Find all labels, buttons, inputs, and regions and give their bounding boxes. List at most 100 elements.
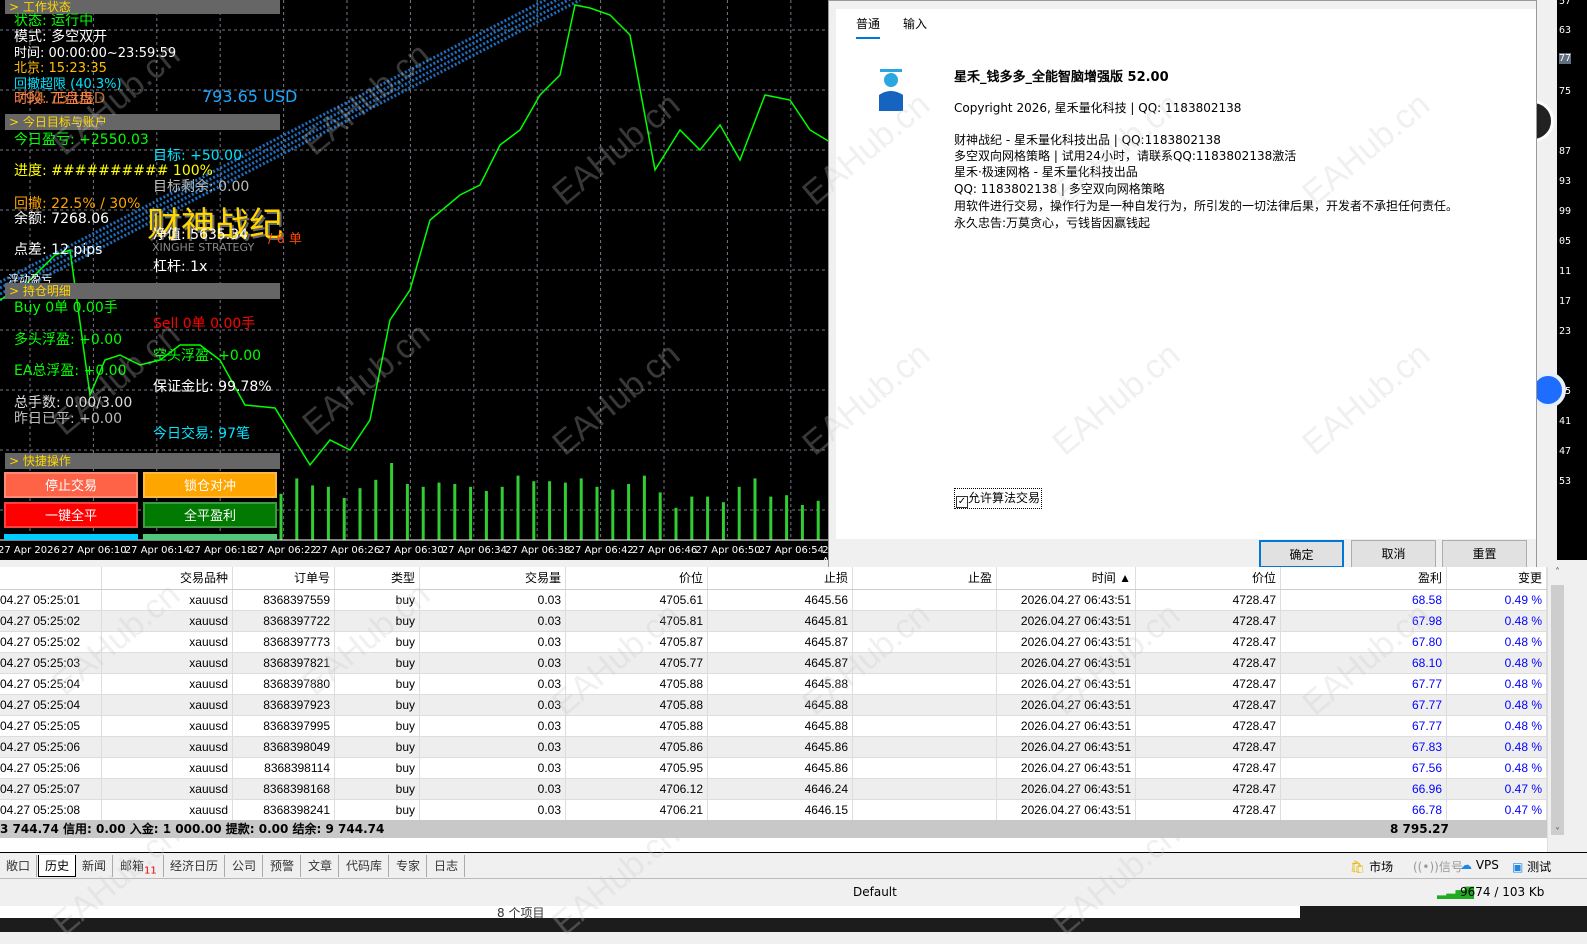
table-row[interactable]: 04.27 05:25:06 xauusd 8368398114 buy 0.03 470… — [0, 758, 1547, 779]
tab-4[interactable]: 经济日历 — [164, 855, 226, 877]
column-header[interactable]: 止盈 — [853, 567, 997, 589]
time-label: 27 Apr 06:34 — [441, 545, 507, 556]
status-bar: Default ▂▃▅▇ 9674 / 103 Kb — [0, 878, 1587, 906]
price-label: 23 — [1559, 326, 1572, 337]
table-cell: 0.48 % — [1447, 674, 1547, 694]
sell-summary: Sell 0单 0.00手 — [153, 316, 256, 332]
tab-7[interactable]: 文章 — [302, 855, 340, 877]
table-cell: 0.48 % — [1447, 716, 1547, 736]
tab-common[interactable]: 普通 — [856, 15, 881, 39]
reset-button[interactable]: 重置 — [1442, 540, 1527, 568]
column-header[interactable]: 止损 — [708, 567, 853, 589]
table-cell: 8368397722 — [233, 611, 335, 631]
tab-2[interactable]: 新闻 — [76, 855, 114, 877]
tab-label: 历史 — [45, 859, 70, 873]
tab-10[interactable]: 日志 — [428, 855, 466, 877]
buy-summary: Buy 0单 0.00手 — [14, 300, 118, 316]
time-text: 时间: 00:00:00~23:59:59 — [14, 46, 177, 61]
table-row[interactable]: 04.27 05:25:02 xauusd 8368397773 buy 0.03 470… — [0, 632, 1547, 653]
table-row[interactable]: 04.27 05:25:02 xauusd 8368397722 buy 0.03 470… — [0, 611, 1547, 632]
table-cell: 04.27 05:25:01 — [0, 590, 102, 610]
table-cell: 4645.81 — [708, 611, 853, 631]
table-cell: 0.03 — [420, 590, 566, 610]
section-work-status: > 工作状态 — [5, 0, 280, 14]
tab-tester[interactable]: ▣ 测试 — [1512, 858, 1551, 875]
stop-trading-button[interactable]: 停止交易 — [4, 472, 138, 498]
tab-inputs[interactable]: 输入 — [903, 15, 927, 32]
extra-button-strip[interactable] — [143, 534, 277, 540]
tab-1[interactable]: 历史 — [38, 855, 77, 877]
table-row[interactable]: 04.27 05:25:01 xauusd 8368397559 buy 0.03 470… — [0, 590, 1547, 611]
table-row[interactable]: 04.27 05:25:06 xauusd 8368398049 buy 0.03 470… — [0, 737, 1547, 758]
ok-button[interactable]: 确定 — [1259, 540, 1344, 568]
table-cell: 04.27 05:25:07 — [0, 779, 102, 799]
table-cell: 4646.24 — [708, 779, 853, 799]
table-row[interactable]: 04.27 05:25:04 xauusd 8368397880 buy 0.03 470… — [0, 674, 1547, 695]
column-header[interactable] — [0, 567, 102, 589]
table-row[interactable]: 04.27 05:25:03 xauusd 8368397821 buy 0.03 470… — [0, 653, 1547, 674]
table-row[interactable]: 04.27 05:25:05 xauusd 8368397995 buy 0.03 470… — [0, 716, 1547, 737]
table-cell — [853, 695, 997, 715]
column-header[interactable]: 盈利 — [1281, 567, 1447, 589]
tab-6[interactable]: 预警 — [264, 855, 302, 877]
cancel-button[interactable]: 取消 — [1351, 540, 1436, 568]
tab-5[interactable]: 公司 — [226, 855, 264, 877]
table-cell — [853, 779, 997, 799]
table-cell: 66.78 — [1281, 800, 1447, 820]
price-scale[interactable]: 576377758793990511172335414753 — [1557, 0, 1587, 560]
table-cell: 0.03 — [420, 674, 566, 694]
lock-hedge-button[interactable]: 锁仓对冲 — [143, 472, 277, 498]
table-cell: xauusd — [102, 758, 233, 778]
price-chart[interactable]: > 工作状态 状态: 运行中 模式: 多空双开 时间: 00:00:00~23:… — [0, 0, 835, 560]
table-cell: 4705.88 — [566, 695, 708, 715]
table-cell: buy — [335, 674, 420, 694]
column-header[interactable]: 变更 — [1447, 567, 1547, 589]
tab-vps[interactable]: ☁ VPS — [1460, 858, 1499, 872]
tab-label: 文章 — [308, 859, 333, 873]
time-label: 27 Apr 06:42 — [568, 545, 634, 556]
table-cell: 4645.88 — [708, 674, 853, 694]
column-header[interactable]: 时间 ▲ — [997, 567, 1136, 589]
time-label: 27 Apr 06:46 — [632, 545, 698, 556]
time-label: 27 Apr 06:14 — [124, 545, 190, 556]
table-row[interactable]: 04.27 05:25:08 xauusd 8368398241 buy 0.03 470… — [0, 800, 1547, 821]
table-cell: 0.03 — [420, 716, 566, 736]
column-header[interactable]: 订单号 — [233, 567, 335, 589]
column-header[interactable]: 价位 — [566, 567, 708, 589]
extra-button-strip[interactable] — [4, 534, 138, 540]
table-cell: 68.58 — [1281, 590, 1447, 610]
tab-market[interactable]: 🛍 市场 — [1350, 858, 1393, 875]
time-label: 27 Apr 06:10 — [61, 545, 127, 556]
close-profit-button[interactable]: 全平盈利 — [143, 502, 277, 528]
column-header[interactable]: 价位 — [1136, 567, 1281, 589]
allow-algo-checkbox[interactable]: ✓ 允许算法交易 — [954, 488, 1043, 509]
column-header[interactable]: 交易品种 — [102, 567, 233, 589]
tab-8[interactable]: 代码库 — [340, 855, 390, 877]
table-cell: 4706.21 — [566, 800, 708, 820]
close-all-button[interactable]: 一键全平 — [4, 502, 138, 528]
table-cell: 8368397821 — [233, 653, 335, 673]
table-cell: 0.48 % — [1447, 695, 1547, 715]
table-row[interactable]: 04.27 05:25:04 xauusd 8368397923 buy 0.03 470… — [0, 695, 1547, 716]
table-cell: xauusd — [102, 653, 233, 673]
table-cell: 04.27 05:25:04 — [0, 695, 102, 715]
tab-9[interactable]: 专家 — [390, 855, 428, 877]
tab-0[interactable]: 敞口 — [0, 855, 38, 877]
table-cell: 0.03 — [420, 611, 566, 631]
scroll-up-icon[interactable]: ˄ — [1548, 567, 1567, 578]
scroll-thumb[interactable] — [1551, 585, 1564, 835]
column-header[interactable]: 交易量 — [420, 567, 566, 589]
tab-3[interactable]: 邮箱11 — [114, 855, 164, 877]
tab-signals[interactable]: ((•))信号 — [1413, 858, 1463, 875]
table-scrollbar[interactable]: ˄ ˅ — [1547, 567, 1567, 852]
table-row[interactable]: 04.27 05:25:07 xauusd 8368398168 buy 0.03 470… — [0, 779, 1547, 800]
column-header[interactable]: 类型 — [335, 567, 420, 589]
checkbox-icon[interactable]: ✓ — [956, 496, 968, 508]
table-cell: 4645.88 — [708, 716, 853, 736]
beijing-time: 北京: 15:23:35 — [14, 61, 107, 76]
summary-text: 3 744.74 信用: 0.00 入金: 1 000.00 提款: 0.00 … — [0, 822, 385, 836]
scroll-down-icon[interactable]: ˅ — [1548, 827, 1567, 838]
table-cell: 4705.88 — [566, 716, 708, 736]
table-cell: 4646.15 — [708, 800, 853, 820]
tab-label: 新闻 — [82, 859, 107, 873]
